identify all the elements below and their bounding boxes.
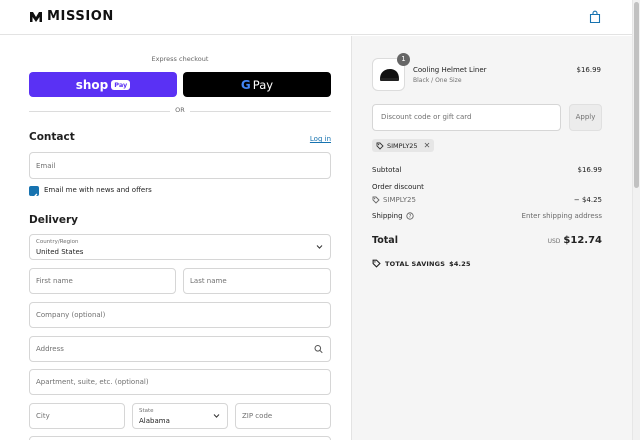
order-summary: 1 Cooling Helmet Liner Black / One Size … — [351, 36, 632, 440]
discount-code-name: SIMPLY25 — [383, 196, 416, 204]
subtotal-row: Subtotal $16.99 — [372, 166, 602, 174]
company-placeholder: Company (optional) — [36, 311, 106, 319]
tag-icon — [372, 259, 381, 268]
newsletter-label: Email me with news and offers — [44, 186, 152, 194]
express-checkout-label: Express checkout — [151, 55, 209, 63]
state-select[interactable]: State Alabama — [132, 403, 228, 429]
applied-code-label: SIMPLY25 — [387, 141, 418, 150]
product-variant: Black / One Size — [413, 77, 462, 84]
discount-code-row: SIMPLY25 − $4.25 — [372, 196, 602, 206]
discount-value: − $4.25 — [573, 196, 602, 204]
company-field[interactable]: Company (optional) — [29, 302, 331, 328]
address-placeholder: Address — [36, 345, 64, 353]
product-name: Cooling Helmet Liner — [413, 66, 487, 74]
subtotal-label: Subtotal — [372, 166, 402, 174]
apply-button[interactable]: Apply — [569, 104, 602, 131]
helmet-liner-icon — [380, 69, 399, 81]
chevron-down-icon — [316, 245, 323, 249]
next-field-partial[interactable] — [29, 436, 331, 440]
product-price: $16.99 — [576, 66, 602, 74]
state-value: Alabama — [139, 417, 170, 425]
help-circle-icon[interactable]: ? — [405, 212, 414, 220]
first-name-placeholder: First name — [36, 277, 73, 285]
total-savings-value: $4.25 — [449, 259, 471, 268]
country-value: United States — [36, 248, 84, 256]
quantity-badge: 1 — [397, 53, 410, 66]
applied-code-chip: SIMPLY25 ✕ — [372, 139, 435, 152]
chevron-down-icon — [213, 414, 220, 418]
or-label: OR — [170, 106, 190, 114]
order-discount-row: Order discount — [372, 183, 602, 191]
discount-code-input[interactable]: Discount code or gift card — [372, 104, 561, 131]
total-row: Total USD $12.74 — [372, 235, 602, 249]
checkmark-icon — [30, 193, 38, 200]
svg-text:?: ? — [408, 214, 411, 220]
country-label: Country/Region — [36, 239, 79, 245]
newsletter-checkbox[interactable] — [29, 186, 39, 200]
tag-icon — [376, 142, 384, 150]
city-placeholder: City — [36, 412, 50, 420]
search-icon — [314, 345, 323, 354]
apartment-field[interactable]: Apartment, suite, etc. (optional) — [29, 369, 331, 395]
total-value: $12.74 — [563, 235, 602, 246]
zip-placeholder: ZIP code — [242, 412, 273, 420]
header: MISSION — [0, 0, 632, 35]
shop-pay-wordmark: shop — [75, 77, 109, 92]
currency-code: USD — [547, 238, 561, 245]
shipping-row: Shipping ? Enter shipping address — [372, 212, 602, 220]
mission-logo-icon — [30, 11, 42, 22]
apartment-placeholder: Apartment, suite, etc. (optional) — [36, 378, 149, 386]
shop-pay-button[interactable]: shop Pay — [29, 72, 177, 97]
total-savings-label: TOTAL SAVINGS — [385, 259, 446, 268]
delivery-title: Delivery — [29, 214, 79, 226]
address-field[interactable]: Address — [29, 336, 331, 362]
city-field[interactable]: City — [29, 403, 125, 429]
last-name-placeholder: Last name — [190, 277, 227, 285]
shop-pay-pill: Pay — [111, 79, 131, 90]
page-scrollbar[interactable] — [632, 0, 640, 440]
scrollbar-thumb[interactable] — [634, 2, 639, 188]
subtotal-value: $16.99 — [577, 166, 603, 174]
shipping-label: Shipping — [372, 212, 403, 220]
google-pay-button[interactable]: G Pay — [183, 72, 331, 97]
product-thumbnail: 1 — [372, 53, 410, 91]
contact-title: Contact — [29, 131, 75, 143]
shopping-bag-icon[interactable] — [588, 10, 602, 24]
shipping-value: Enter shipping address — [521, 212, 602, 220]
country-select[interactable]: Country/Region United States — [29, 234, 331, 260]
last-name-field[interactable]: Last name — [183, 268, 331, 294]
first-name-field[interactable]: First name — [29, 268, 176, 294]
state-label: State — [139, 408, 154, 414]
order-discount-label: Order discount — [372, 183, 424, 191]
brand-logo[interactable]: MISSION — [29, 9, 114, 24]
remove-code-icon[interactable]: ✕ — [424, 141, 431, 150]
brand-name: MISSION — [47, 9, 114, 24]
tag-icon — [372, 196, 380, 204]
google-g-icon: G — [240, 77, 251, 92]
zip-field[interactable]: ZIP code — [235, 403, 331, 429]
google-pay-label: Pay — [252, 77, 274, 92]
total-label: Total — [372, 235, 398, 246]
log-in-link[interactable]: Log in — [310, 135, 331, 143]
email-placeholder: Email — [36, 161, 56, 170]
total-savings-row: TOTAL SAVINGS $4.25 — [372, 259, 602, 268]
email-field[interactable]: Email — [29, 152, 331, 179]
